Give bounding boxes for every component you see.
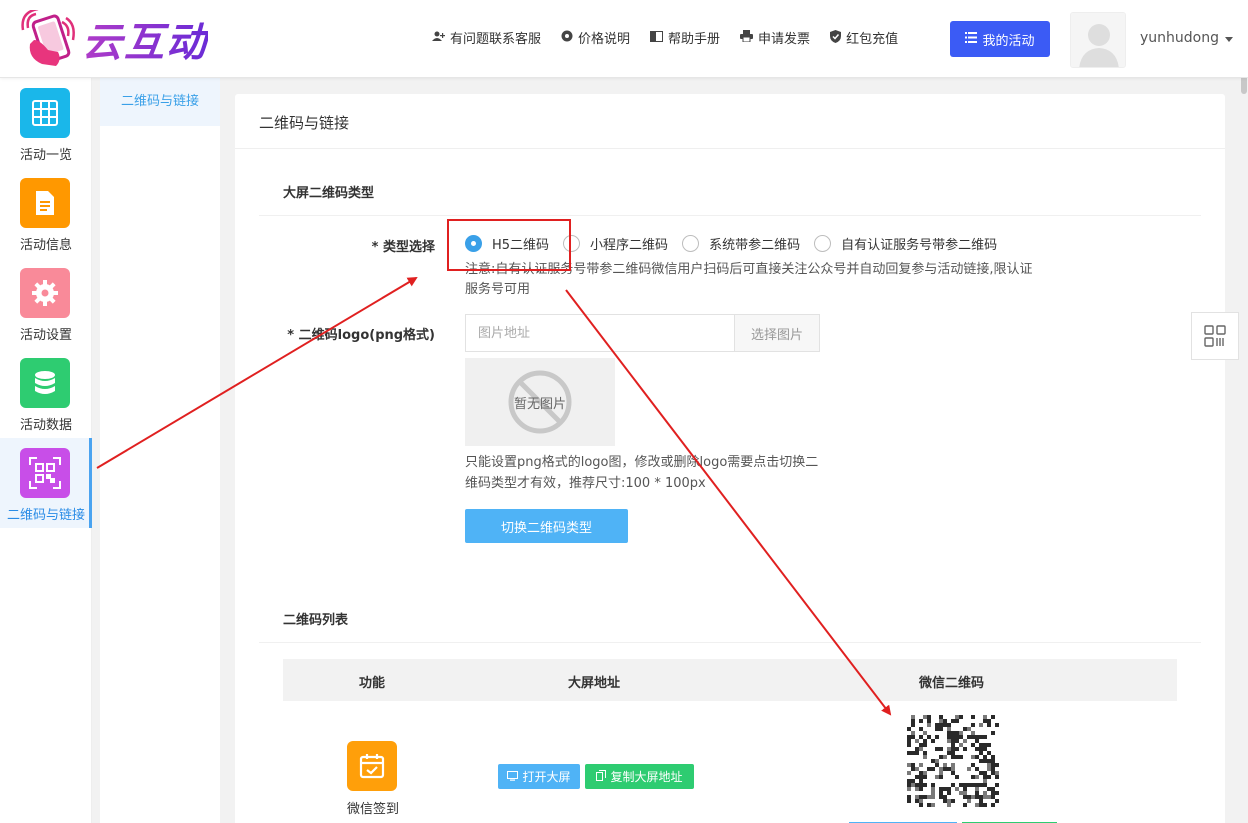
topnav-pricing[interactable]: 价格说明 bbox=[561, 28, 630, 47]
topnav-label: 价格说明 bbox=[578, 32, 631, 47]
brand-logo[interactable]: 云互动 bbox=[18, 7, 208, 68]
sidebar-item-label: 活动一览 bbox=[19, 148, 72, 163]
caret-down-icon bbox=[1225, 30, 1233, 46]
my-activity-button[interactable]: 我的活动 bbox=[950, 21, 1050, 57]
topnav-label: 申请发票 bbox=[758, 32, 811, 47]
switch-qr-type-button[interactable]: 切换二维码类型 bbox=[465, 509, 628, 543]
qrcode-icon bbox=[907, 715, 999, 807]
user-plus-icon bbox=[432, 31, 445, 45]
sidebar-item-activity-data[interactable]: 活动数据 bbox=[0, 348, 92, 438]
required-asterisk: * bbox=[287, 328, 299, 343]
qrcode-icon bbox=[20, 448, 70, 498]
logo-url-field: 选择图片 bbox=[465, 314, 820, 352]
radio-label: 小程序二维码 bbox=[590, 238, 669, 253]
list-icon bbox=[965, 31, 978, 47]
sub-menu: 二维码与链接 bbox=[100, 78, 220, 823]
sidebar-item-label: 活动信息 bbox=[19, 238, 72, 253]
copy-icon bbox=[596, 769, 607, 784]
radio-unchecked-icon bbox=[814, 235, 832, 252]
copy-screen-url-button[interactable]: 复制大屏地址 bbox=[585, 764, 694, 789]
open-screen-button[interactable]: 打开大屏 bbox=[498, 764, 580, 789]
qr-table-header: 功能 大屏地址 微信二维码 bbox=[283, 659, 1177, 701]
column-header-function: 功能 bbox=[359, 676, 386, 691]
divider bbox=[259, 642, 1201, 643]
brand-name: 云互动 bbox=[82, 10, 208, 68]
logo-label-text: 二维码logo(png格式) bbox=[298, 328, 435, 343]
topnav-label: 红包充值 bbox=[846, 32, 899, 47]
qrcode-icon bbox=[1204, 325, 1226, 347]
type-select-label-text: 类型选择 bbox=[382, 240, 435, 255]
section-title-qr-list: 二维码列表 bbox=[283, 613, 349, 628]
printer-icon bbox=[740, 30, 754, 45]
monitor-icon bbox=[507, 770, 519, 784]
required-asterisk: * bbox=[371, 240, 383, 255]
sidebar-item-activity-settings[interactable]: 活动设置 bbox=[0, 258, 92, 348]
topnav-label: 有问题联系客服 bbox=[450, 32, 542, 47]
copy-screen-url-label: 复制大屏地址 bbox=[610, 770, 683, 784]
topnav-contact-service[interactable]: 有问题联系客服 bbox=[432, 28, 541, 47]
gear-icon bbox=[20, 268, 70, 318]
sidebar-item-qrcode-links[interactable]: 二维码与链接 bbox=[0, 438, 92, 528]
radio-unchecked-icon bbox=[682, 235, 700, 252]
row-function-name: 微信签到 bbox=[346, 802, 399, 817]
topnav-redpacket-recharge[interactable]: 红包充值 bbox=[830, 28, 898, 47]
header: 云互动 有问题联系客服 价格说明 帮助手册 申请发票 红包充值 我的活动 yun… bbox=[0, 0, 1248, 78]
floating-qrcode-button[interactable] bbox=[1191, 312, 1239, 360]
column-header-screen-url: 大屏地址 bbox=[568, 676, 621, 691]
sidebar-item-activity-info[interactable]: 活动信息 bbox=[0, 168, 92, 258]
divider bbox=[259, 215, 1201, 216]
avatar[interactable] bbox=[1070, 12, 1126, 68]
logo-hint: 只能设置png格式的logo图，修改或删除logo需要点击切换二维码类型才有效，… bbox=[465, 455, 819, 491]
type-select-label: * 类型选择 bbox=[365, 236, 435, 255]
user-menu[interactable]: yunhudong bbox=[1140, 30, 1233, 46]
submenu-item-qrcode-links[interactable]: 二维码与链接 bbox=[100, 78, 220, 126]
logo-url-input[interactable] bbox=[466, 315, 734, 351]
username: yunhudong bbox=[1140, 30, 1219, 46]
logo-preview: 暂无图片 bbox=[465, 358, 615, 446]
my-activity-label: 我的活动 bbox=[982, 33, 1035, 49]
column-header-wechat-qrcode: 微信二维码 bbox=[919, 676, 985, 691]
page-title: 二维码与链接 bbox=[259, 114, 350, 132]
calendar-check-icon bbox=[347, 741, 397, 791]
radio-system-param-qrcode[interactable]: 系统带参二维码 bbox=[682, 234, 800, 253]
gear-icon bbox=[561, 30, 573, 45]
top-navigation: 有问题联系客服 价格说明 帮助手册 申请发票 红包充值 bbox=[432, 28, 898, 47]
database-icon bbox=[20, 358, 70, 408]
sidebar-item-label: 活动设置 bbox=[19, 328, 72, 343]
wechat-qrcode-image bbox=[906, 715, 1000, 807]
divider bbox=[235, 148, 1225, 149]
radio-label: 系统带参二维码 bbox=[709, 238, 801, 253]
radio-miniprogram-qrcode[interactable]: 小程序二维码 bbox=[563, 234, 668, 253]
topnav-invoice[interactable]: 申请发票 bbox=[740, 28, 810, 47]
topnav-help-manual[interactable]: 帮助手册 bbox=[650, 28, 720, 47]
phone-hand-logo-icon bbox=[18, 7, 78, 68]
section-title-qr-type: 大屏二维码类型 bbox=[283, 186, 375, 201]
annotation-highlight-box bbox=[447, 219, 571, 271]
shield-check-icon bbox=[830, 29, 842, 46]
grid-icon bbox=[20, 88, 70, 138]
radio-own-service-account-qrcode[interactable]: 自有认证服务号带参二维码 bbox=[814, 234, 997, 253]
logo-label: * 二维码logo(png格式) bbox=[275, 324, 435, 343]
main-sidebar: 活动一览 活动信息 活动设置 活动数据 二维码与链接 bbox=[0, 78, 92, 823]
document-icon bbox=[20, 178, 70, 228]
sidebar-item-label: 二维码与链接 bbox=[6, 508, 85, 523]
no-image-text: 暂无图片 bbox=[513, 396, 566, 412]
open-screen-label: 打开大屏 bbox=[522, 770, 571, 784]
pick-image-button[interactable]: 选择图片 bbox=[734, 315, 819, 351]
sidebar-item-activity-list[interactable]: 活动一览 bbox=[0, 78, 92, 168]
book-icon bbox=[650, 30, 664, 45]
page-scrollbar[interactable] bbox=[1240, 0, 1248, 823]
radio-label: 自有认证服务号带参二维码 bbox=[841, 238, 998, 253]
user-avatar-placeholder-icon bbox=[1071, 13, 1125, 67]
main-card: 二维码与链接 大屏二维码类型 * 类型选择 H5二维码 小程序二维码 系统带参二… bbox=[235, 94, 1225, 823]
sidebar-item-label: 活动数据 bbox=[19, 418, 72, 433]
topnav-label: 帮助手册 bbox=[668, 32, 721, 47]
